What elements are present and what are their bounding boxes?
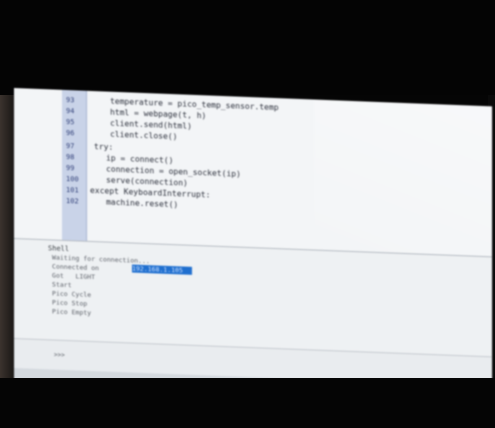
- shell-output-line: Pico Cycle: [52, 289, 92, 299]
- device-bezel-top: [0, 0, 495, 95]
- code-editor[interactable]: 93 temperature = pico_temp_sensor.temp 9…: [14, 88, 492, 257]
- line-number: 100: [66, 174, 79, 184]
- code-line: ip = connect(): [106, 153, 174, 166]
- shell-output-line: Pico Stop: [52, 298, 88, 308]
- code-line: serve(connection): [106, 175, 188, 188]
- shell-output-line: Pico Empty: [52, 307, 92, 317]
- shell-prompt[interactable]: >>>: [54, 352, 65, 359]
- line-number: 102: [66, 196, 79, 206]
- monitor-screen: 93 temperature = pico_temp_sensor.temp 9…: [14, 88, 492, 399]
- code-line: machine.reset(): [106, 197, 179, 210]
- line-number: 97: [66, 141, 75, 151]
- line-number: 98: [66, 152, 75, 162]
- device-bezel-left: [0, 95, 14, 378]
- shell-output-line: Start: [52, 280, 72, 290]
- line-number: 93: [66, 95, 75, 105]
- code-line: try:: [94, 142, 114, 152]
- device-bezel-bottom: [0, 378, 495, 428]
- shell-output-line: Got LIGHT: [52, 271, 96, 282]
- line-number: 99: [66, 163, 75, 173]
- line-number: 96: [66, 128, 75, 138]
- shell-panel[interactable]: Shell Waiting for connection... Connecte…: [14, 238, 492, 358]
- code-line: client.send(html): [110, 118, 192, 131]
- line-number: 94: [66, 106, 75, 116]
- line-number: 95: [66, 117, 75, 127]
- selected-ip-address[interactable]: 192.168.1.105: [132, 264, 192, 275]
- code-line: client.close(): [110, 129, 178, 142]
- shell-label: Shell: [48, 244, 70, 254]
- screen-glare: [314, 99, 492, 257]
- line-number: 101: [66, 185, 79, 195]
